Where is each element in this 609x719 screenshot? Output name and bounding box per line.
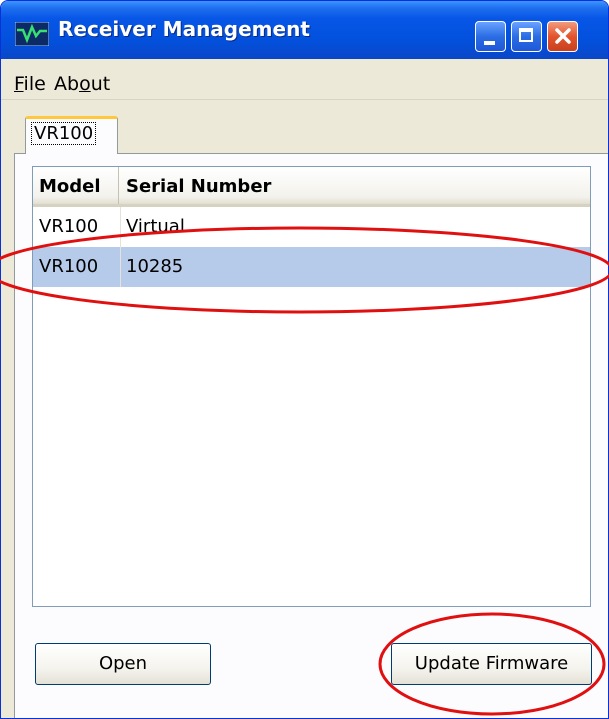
column-separator xyxy=(120,207,121,287)
menu-file-rest: ile xyxy=(23,73,46,95)
title-bar[interactable]: Receiver Management xyxy=(1,1,608,59)
list-row-selected[interactable]: VR100 10285 xyxy=(33,247,590,287)
minimize-button[interactable] xyxy=(475,21,506,52)
column-header-model[interactable]: Model xyxy=(33,167,119,204)
menu-about-rest: ut xyxy=(90,73,111,95)
menu-file[interactable]: File xyxy=(14,73,46,95)
tab-label: VR100 xyxy=(30,122,97,145)
tab-vr100[interactable]: VR100 xyxy=(25,116,118,154)
column-header-serial-number[interactable]: Serial Number xyxy=(120,167,590,204)
menu-bar: File About xyxy=(1,59,608,100)
cell-serial-number: Virtual xyxy=(126,216,185,237)
menu-about-pre: Ab xyxy=(54,73,80,95)
list-header: Model Serial Number xyxy=(33,167,590,207)
maximize-icon xyxy=(519,28,533,42)
cell-model: VR100 xyxy=(39,256,99,277)
menu-about-mnemonic: o xyxy=(79,73,91,95)
minimize-icon xyxy=(484,41,495,45)
cell-model: VR100 xyxy=(39,216,99,237)
close-icon xyxy=(555,28,571,44)
menu-file-mnemonic: F xyxy=(14,73,24,95)
open-button[interactable]: Open xyxy=(35,643,211,685)
list-row[interactable]: VR100 Virtual xyxy=(33,207,590,247)
cell-serial-number: 10285 xyxy=(126,256,184,277)
update-firmware-button[interactable]: Update Firmware xyxy=(391,643,592,685)
window-title: Receiver Management xyxy=(58,17,310,41)
receiver-management-window: Receiver Management File About VR100 Mod… xyxy=(0,0,609,719)
menu-about[interactable]: About xyxy=(54,73,110,95)
maximize-button[interactable] xyxy=(511,21,542,52)
close-button[interactable] xyxy=(547,21,578,52)
receiver-list[interactable]: Model Serial Number VR100 Virtual VR100 … xyxy=(32,166,591,607)
waveform-app-icon xyxy=(15,22,49,46)
